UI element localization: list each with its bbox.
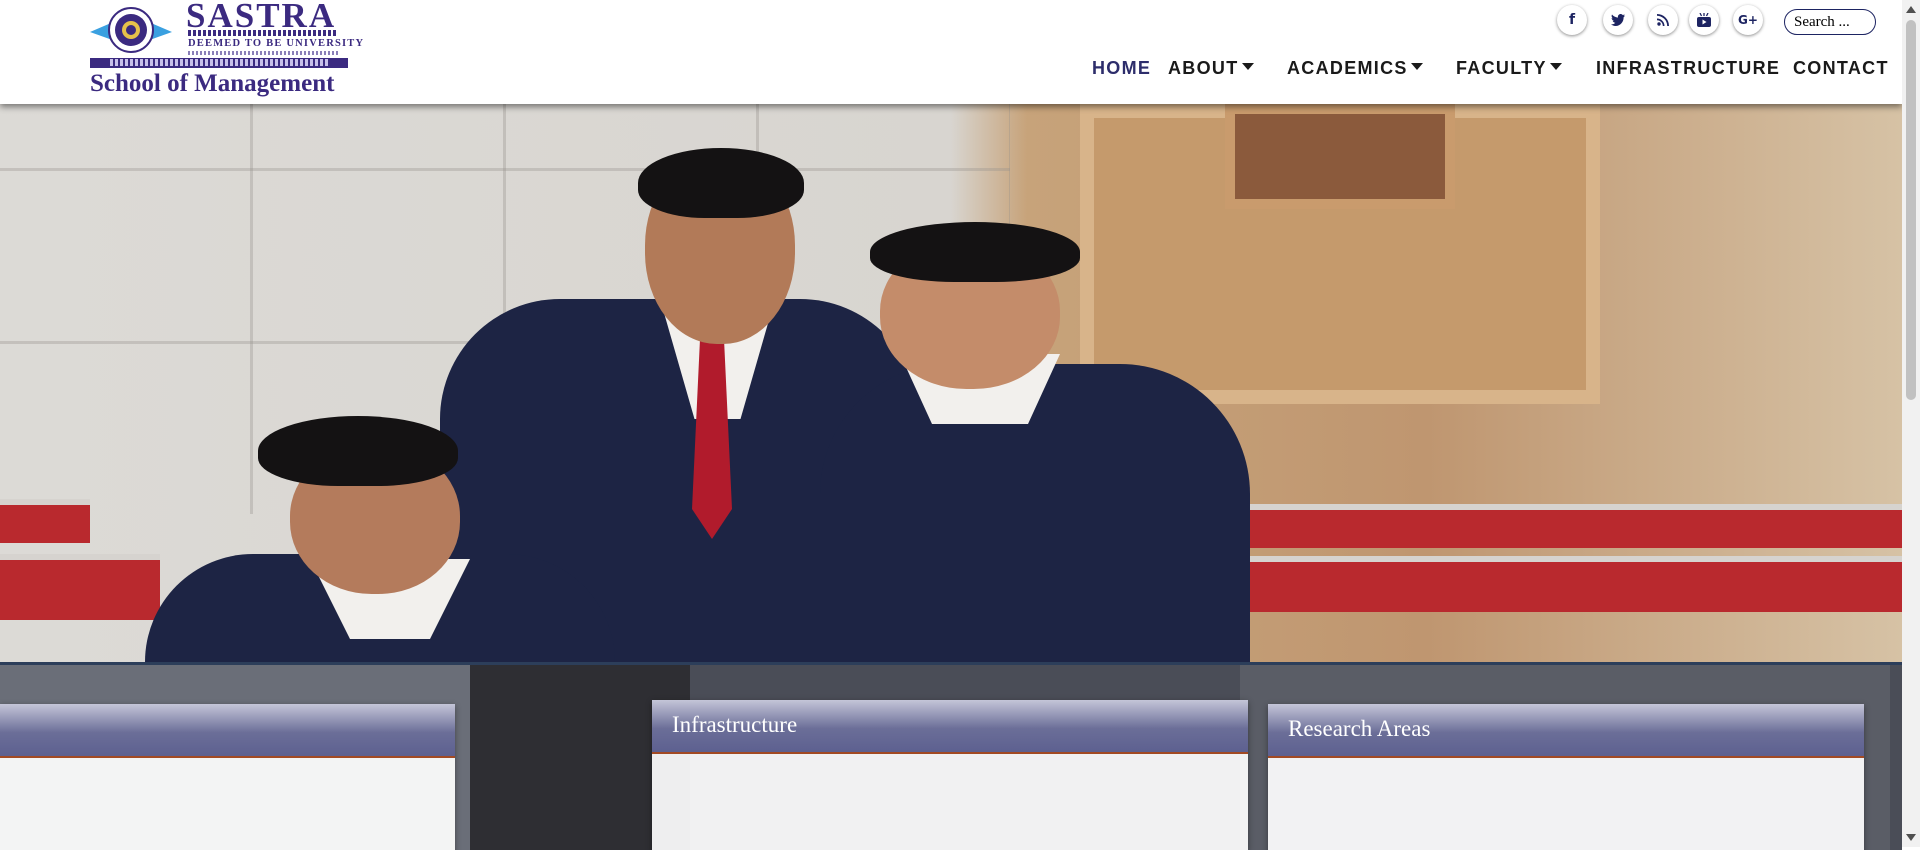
nav-academics[interactable]: ACADEMICS — [1287, 56, 1423, 80]
nav-home[interactable]: HOME — [1092, 56, 1151, 80]
card-infrastructure-header: Infrastructure — [652, 700, 1248, 754]
university-seal-icon — [90, 7, 172, 53]
card-left — [0, 704, 455, 850]
hero-bench — [0, 499, 90, 543]
nav-about[interactable]: ABOUT — [1168, 56, 1254, 80]
twitter-icon[interactable] — [1603, 5, 1633, 35]
chevron-down-icon — [1549, 62, 1562, 70]
scroll-down-arrow-icon[interactable] — [1906, 834, 1916, 841]
scrollbar-thumb[interactable] — [1906, 20, 1916, 400]
card-research-areas[interactable]: Research Areas — [1268, 704, 1864, 850]
chevron-down-icon — [1241, 62, 1254, 70]
card-research-areas-header: Research Areas — [1268, 704, 1864, 758]
youtube-glyph — [1697, 13, 1711, 27]
rss-icon[interactable] — [1648, 5, 1678, 35]
logo-school-name: School of Management — [90, 70, 335, 97]
hero-bench — [1210, 556, 1902, 612]
logo-subtitle: DEEMED TO BE UNIVERSITY — [188, 38, 365, 49]
logo-motto-pattern — [110, 59, 330, 66]
twitter-bird-glyph — [1611, 14, 1625, 26]
nav-faculty[interactable]: FACULTY — [1456, 56, 1562, 80]
nav-academics-label: ACADEMICS — [1287, 58, 1408, 78]
feature-section: Infrastructure Research Areas — [0, 662, 1902, 850]
nav-faculty-label: FACULTY — [1456, 58, 1547, 78]
logo-estd-strip — [188, 51, 338, 55]
page-scrollbar[interactable] — [1902, 0, 1920, 847]
sastra-logo[interactable]: SASTRA DEEMED TO BE UNIVERSITY School of… — [88, 0, 363, 102]
hero-bench — [1190, 504, 1902, 548]
nav-infrastructure[interactable]: INFRASTRUCTURE — [1596, 56, 1780, 80]
scroll-up-arrow-icon[interactable] — [1906, 6, 1916, 13]
hero-banner-image — [0, 104, 1902, 662]
nav-about-label: ABOUT — [1168, 58, 1239, 78]
logo-disciplines-strip — [188, 30, 338, 36]
card-infrastructure[interactable]: Infrastructure — [652, 700, 1248, 850]
hero-hair — [870, 222, 1080, 282]
google-plus-icon[interactable]: G+ — [1733, 5, 1763, 35]
nav-contact[interactable]: CONTACT — [1793, 56, 1889, 80]
hero-bench — [0, 554, 160, 620]
card-infrastructure-title: Infrastructure — [672, 712, 798, 737]
youtube-icon[interactable] — [1689, 5, 1719, 35]
site-header: SASTRA DEEMED TO BE UNIVERSITY School of… — [0, 0, 1902, 104]
card-left-header — [0, 704, 455, 758]
search-input[interactable] — [1784, 9, 1876, 35]
chevron-down-icon — [1410, 62, 1423, 70]
hero-person-woman-right — [820, 364, 1250, 662]
hero-wood-inset — [1225, 104, 1455, 209]
facebook-icon[interactable]: f — [1557, 5, 1587, 35]
hero-hair — [258, 416, 458, 486]
rss-glyph — [1657, 14, 1669, 26]
hero-hair — [638, 148, 804, 218]
card-research-areas-title: Research Areas — [1288, 716, 1431, 741]
